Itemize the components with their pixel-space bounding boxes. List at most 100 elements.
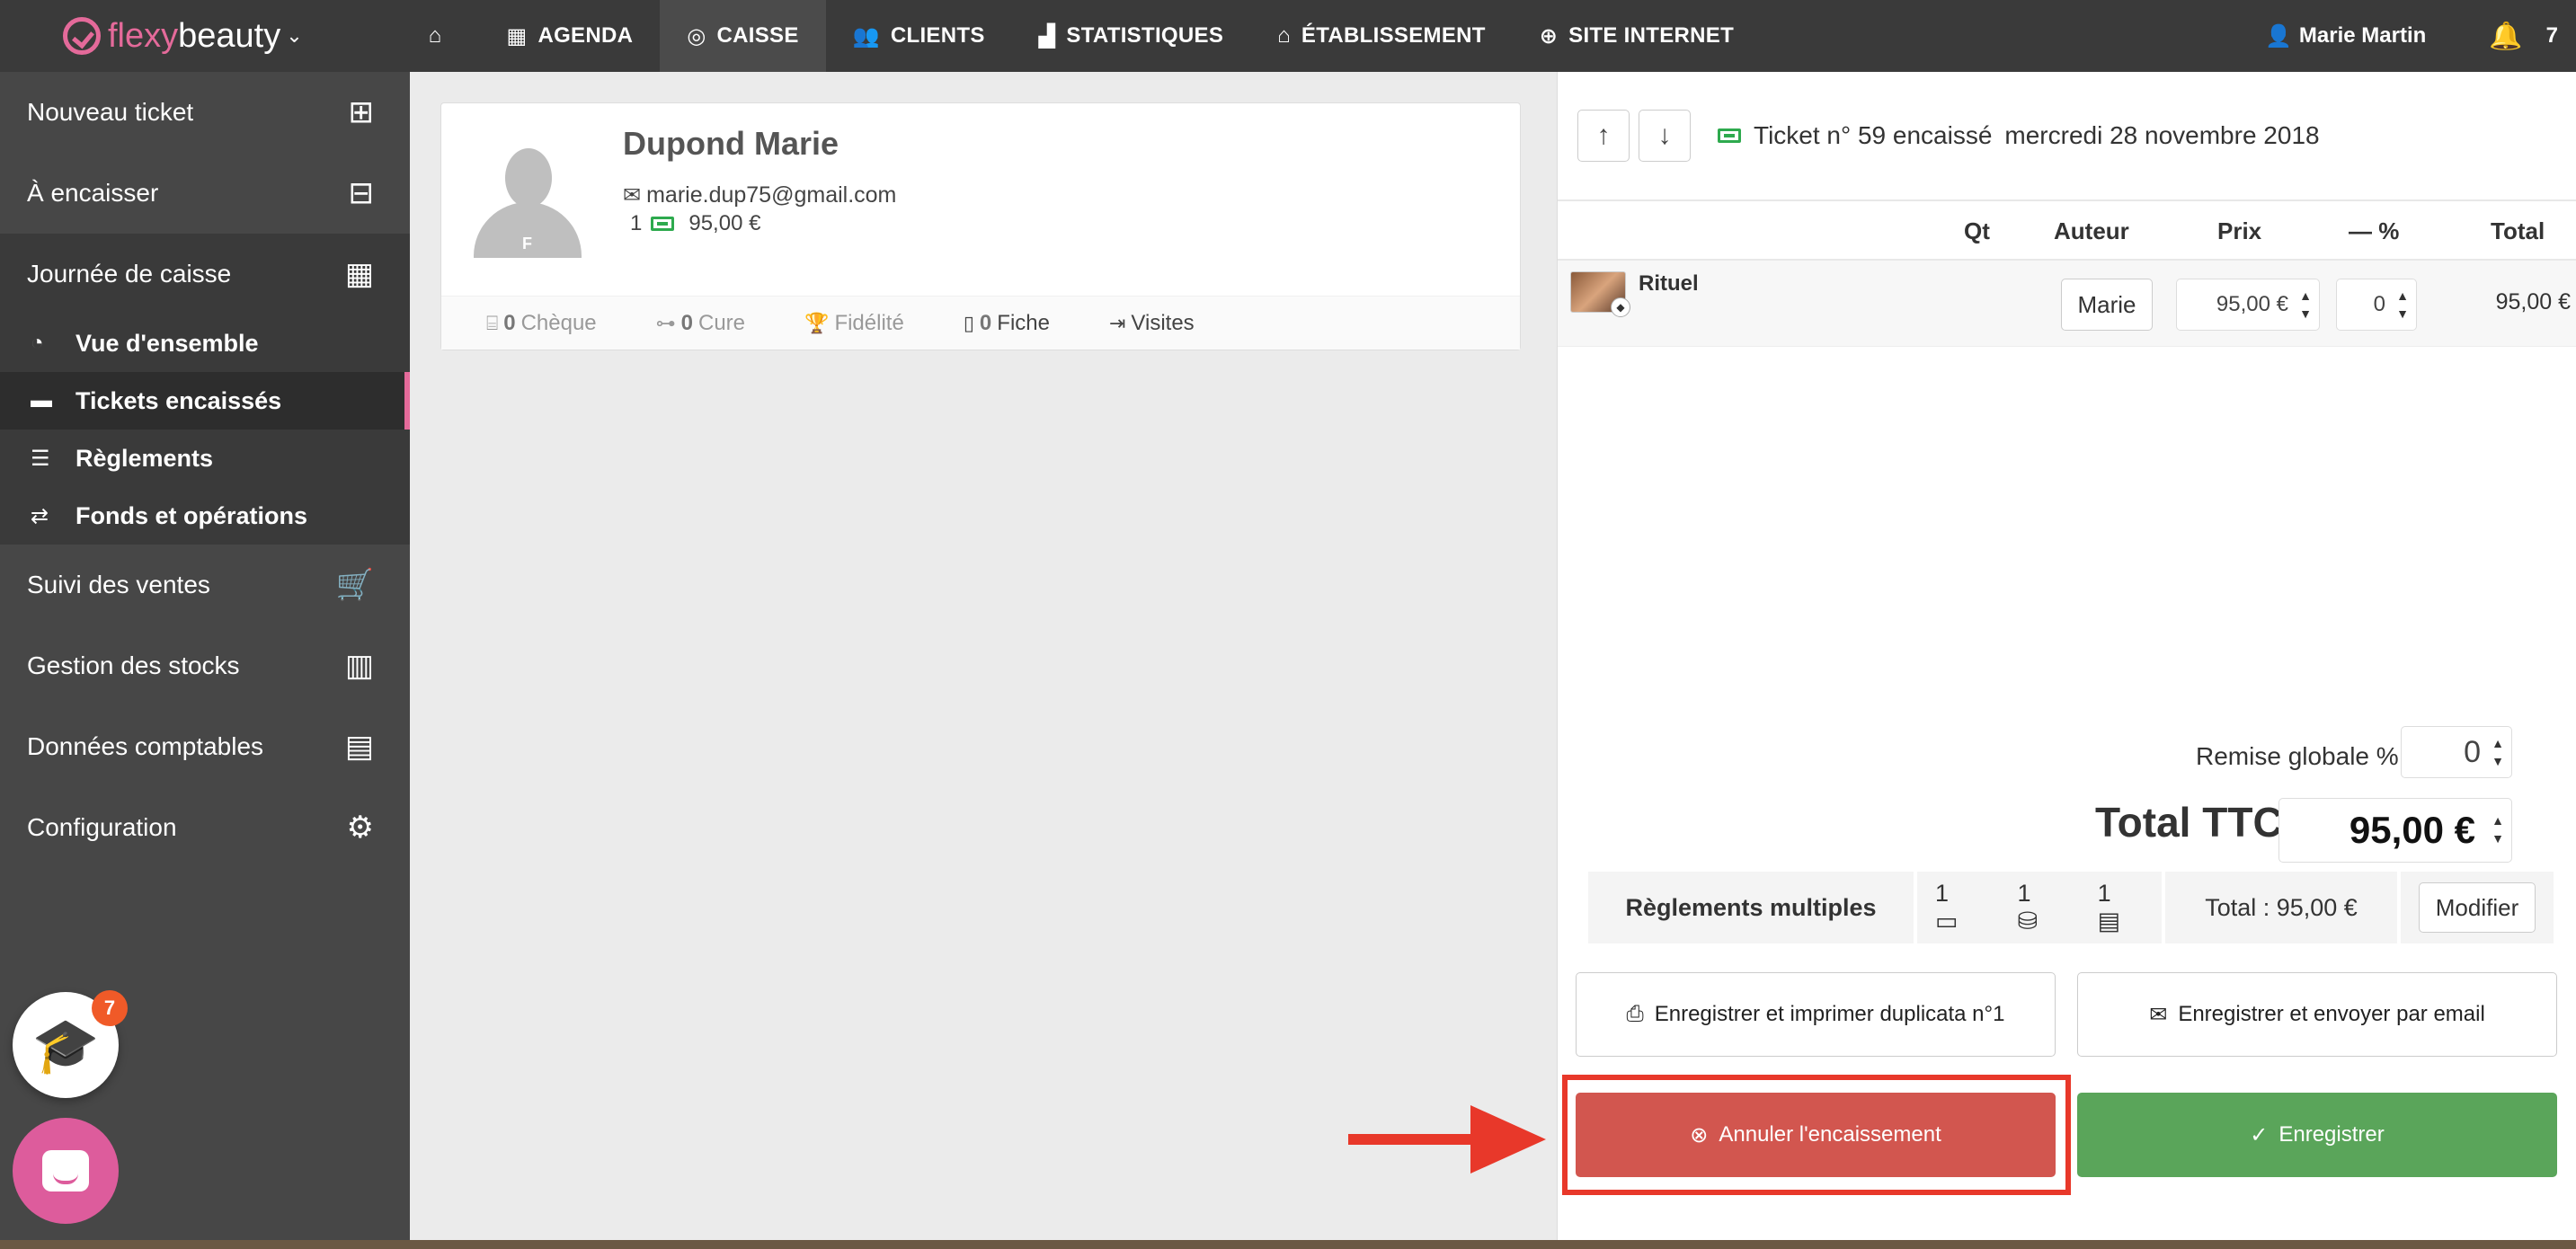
tab-count: 0 [680, 310, 693, 335]
total-ttc-input[interactable]: 95,00 € ▲ ▼ [2278, 798, 2512, 863]
spinner-icon[interactable]: ▲ ▼ [2394, 287, 2411, 323]
discount-input[interactable]: 0 ▲ ▼ [2336, 279, 2417, 331]
sidebar-subitem-tickets-encaisses[interactable]: ▬ Tickets encaissés [0, 372, 410, 430]
ticket-pause-icon: ⊟ [348, 176, 375, 210]
tab-label: Chèque [520, 310, 597, 335]
button-label: Enregistrer et envoyer par email [2178, 1002, 2485, 1026]
ticket-panel: ↑ ↓ Ticket n° 59 encaissé mercredi 28 no… [1557, 72, 2576, 1249]
ticket-header: ↑ ↓ Ticket n° 59 encaissé mercredi 28 no… [1558, 72, 2576, 201]
reg-count-cash: 1 ⛁ [2017, 880, 2039, 935]
sidebar-item-label: Nouveau ticket [27, 98, 194, 126]
remise-globale-input[interactable]: 0 ▲ ▼ [2401, 726, 2512, 778]
nav-home[interactable]: ⌂ [402, 0, 480, 72]
auteur-button[interactable]: Marie [2061, 279, 2153, 331]
nav-clients[interactable]: 👥 CLIENTS [826, 0, 1012, 72]
gears-icon: ⚙ [346, 811, 374, 845]
client-ticket-count: 1 [630, 211, 643, 235]
check-icon: ✓ [2250, 1122, 2269, 1147]
nav-label: ÉTABLISSEMENT [1301, 23, 1486, 48]
col-prix: Prix [2217, 217, 2262, 244]
chat-button[interactable] [13, 1118, 119, 1224]
bell-icon[interactable]: 🔔 [2489, 21, 2522, 52]
sidebar-item-label: Configuration [27, 813, 177, 841]
sitemap-icon: ⊶ [655, 311, 676, 334]
tab-fidelite[interactable]: 🏆 Fidélité [804, 311, 904, 336]
reglements-total: Total : 95,00 € [2165, 872, 2397, 943]
user-name: Marie Martin [2298, 23, 2427, 48]
tab-cure[interactable]: ⊶ 0 Cure [656, 311, 745, 336]
sidebar-item-suivi-ventes[interactable]: Suivi des ventes 🛒 [0, 545, 410, 625]
tab-label: Fidélité [834, 310, 904, 335]
col-total: Total [2491, 217, 2545, 244]
price-value: 95,00 € [2216, 292, 2288, 316]
previous-ticket-button[interactable]: ↑ [1577, 110, 1630, 162]
col-remise-pct: — % [2349, 217, 2400, 244]
remise-globale-label: Remise globale % [2196, 742, 2399, 770]
sidebar-item-gestion-stocks[interactable]: Gestion des stocks ▥ [0, 625, 410, 706]
ticket-table-header: Qt Auteur Prix — % Total [1558, 201, 2576, 261]
gift-icon: ⌸ [486, 311, 499, 334]
user-icon: 👤 [2265, 23, 2292, 49]
col-qt: Qt [1964, 217, 1990, 244]
client-name[interactable]: Dupond Marie [623, 125, 839, 163]
spinner-icon[interactable]: ▲ ▼ [2490, 734, 2506, 770]
chevron-down-icon: ⌄ [286, 24, 303, 47]
nav-site-internet[interactable]: ⊕ SITE INTERNET [1513, 0, 1761, 72]
ticket-icon [1718, 128, 1741, 143]
sidebar-subitem-label: Fonds et opérations [76, 501, 308, 529]
sidebar-item-label: À encaisser [27, 179, 159, 207]
sidebar-item-label: Données comptables [27, 732, 264, 760]
app-logo[interactable]: flexy beauty ⌄ [63, 0, 303, 72]
nav-agenda[interactable]: ▦ AGENDA [479, 0, 660, 72]
sidebar-item-a-encaisser[interactable]: À encaisser ⊟ [0, 153, 410, 234]
save-button[interactable]: ✓ Enregistrer [2077, 1093, 2557, 1177]
product-name: Rituel [1639, 271, 1699, 296]
sidebar-subitem-reglements[interactable]: ☰ Règlements [0, 430, 410, 487]
annotation-arrow-icon [1348, 1105, 1546, 1174]
annotation-highlight-box [1562, 1075, 2071, 1195]
tab-cheque[interactable]: ⌸ 0 Chèque [486, 311, 597, 336]
nav-etablissement[interactable]: ⌂ ÉTABLISSEMENT [1250, 0, 1513, 72]
nav-caisse[interactable]: ◎ CAISSE [660, 0, 826, 72]
sidebar-subitem-fonds-operations[interactable]: ⇄ Fonds et opérations [0, 487, 410, 545]
sidebar-item-journee-de-caisse[interactable]: Journée de caisse ▦ [0, 234, 410, 314]
spinner-icon[interactable]: ▲ ▼ [2297, 287, 2314, 323]
sidebar-item-donnees-comptables[interactable]: Données comptables ▤ [0, 706, 410, 787]
notification-count: 7 [2545, 23, 2558, 48]
avatar-head [505, 148, 552, 208]
user-menu[interactable]: 👤 Marie Martin [2265, 23, 2426, 49]
spinner-icon[interactable]: ▲ ▼ [2490, 811, 2506, 847]
exchange-icon: ⇄ [31, 503, 49, 528]
sidebar-item-configuration[interactable]: Configuration ⚙ [0, 787, 410, 868]
nav-label: STATISTIQUES [1066, 23, 1224, 48]
sidebar-item-nouveau-ticket[interactable]: Nouveau ticket ⊞ [0, 72, 410, 153]
top-right: 👤 Marie Martin 🔔 7 [2265, 0, 2558, 72]
client-ticket-amount: 95,00 € [688, 211, 761, 235]
button-label: Enregistrer [2278, 1122, 2385, 1147]
save-print-button[interactable]: ⎙ Enregistrer et imprimer duplicata n°1 [1576, 972, 2056, 1057]
tab-visites[interactable]: ⇥ Visites [1109, 311, 1195, 336]
desktop-strip [0, 1240, 2576, 1249]
tab-fiche[interactable]: ▯ 0 Fiche [964, 311, 1050, 336]
reglements-label: Règlements multiples [1588, 872, 1914, 943]
ticket-icon [651, 217, 675, 231]
sign-in-icon: ⇥ [1108, 311, 1126, 334]
modifier-button[interactable]: Modifier [2419, 882, 2536, 933]
nav-statistiques[interactable]: ▟ STATISTIQUES [1012, 0, 1250, 72]
client-email[interactable]: ✉ marie.dup75@gmail.com [623, 182, 896, 208]
save-email-button[interactable]: ✉ Enregistrer et envoyer par email [2077, 972, 2557, 1057]
logo-text-flexy: flexy [108, 16, 179, 55]
cart-icon: 🛒 [335, 568, 374, 602]
sidebar-subitem-vue-ensemble[interactable]: ◔ Vue d'ensemble [0, 314, 410, 372]
row-total: 95,00 € [2495, 289, 2571, 314]
price-input[interactable]: 95,00 € ▲ ▼ [2176, 279, 2320, 331]
nav-label: SITE INTERNET [1568, 23, 1735, 48]
sidebar-subitem-label: Règlements [76, 444, 214, 472]
printer-icon: ⎙ [1626, 1002, 1644, 1026]
credit-card-icon: ▭ [1935, 908, 1959, 935]
coins-icon: ◎ [687, 23, 706, 49]
logo-icon [63, 17, 101, 55]
total-ttc-value: 95,00 € [2349, 809, 2475, 851]
tag-icon: ◆ [1611, 297, 1630, 317]
next-ticket-button[interactable]: ↓ [1639, 110, 1691, 162]
